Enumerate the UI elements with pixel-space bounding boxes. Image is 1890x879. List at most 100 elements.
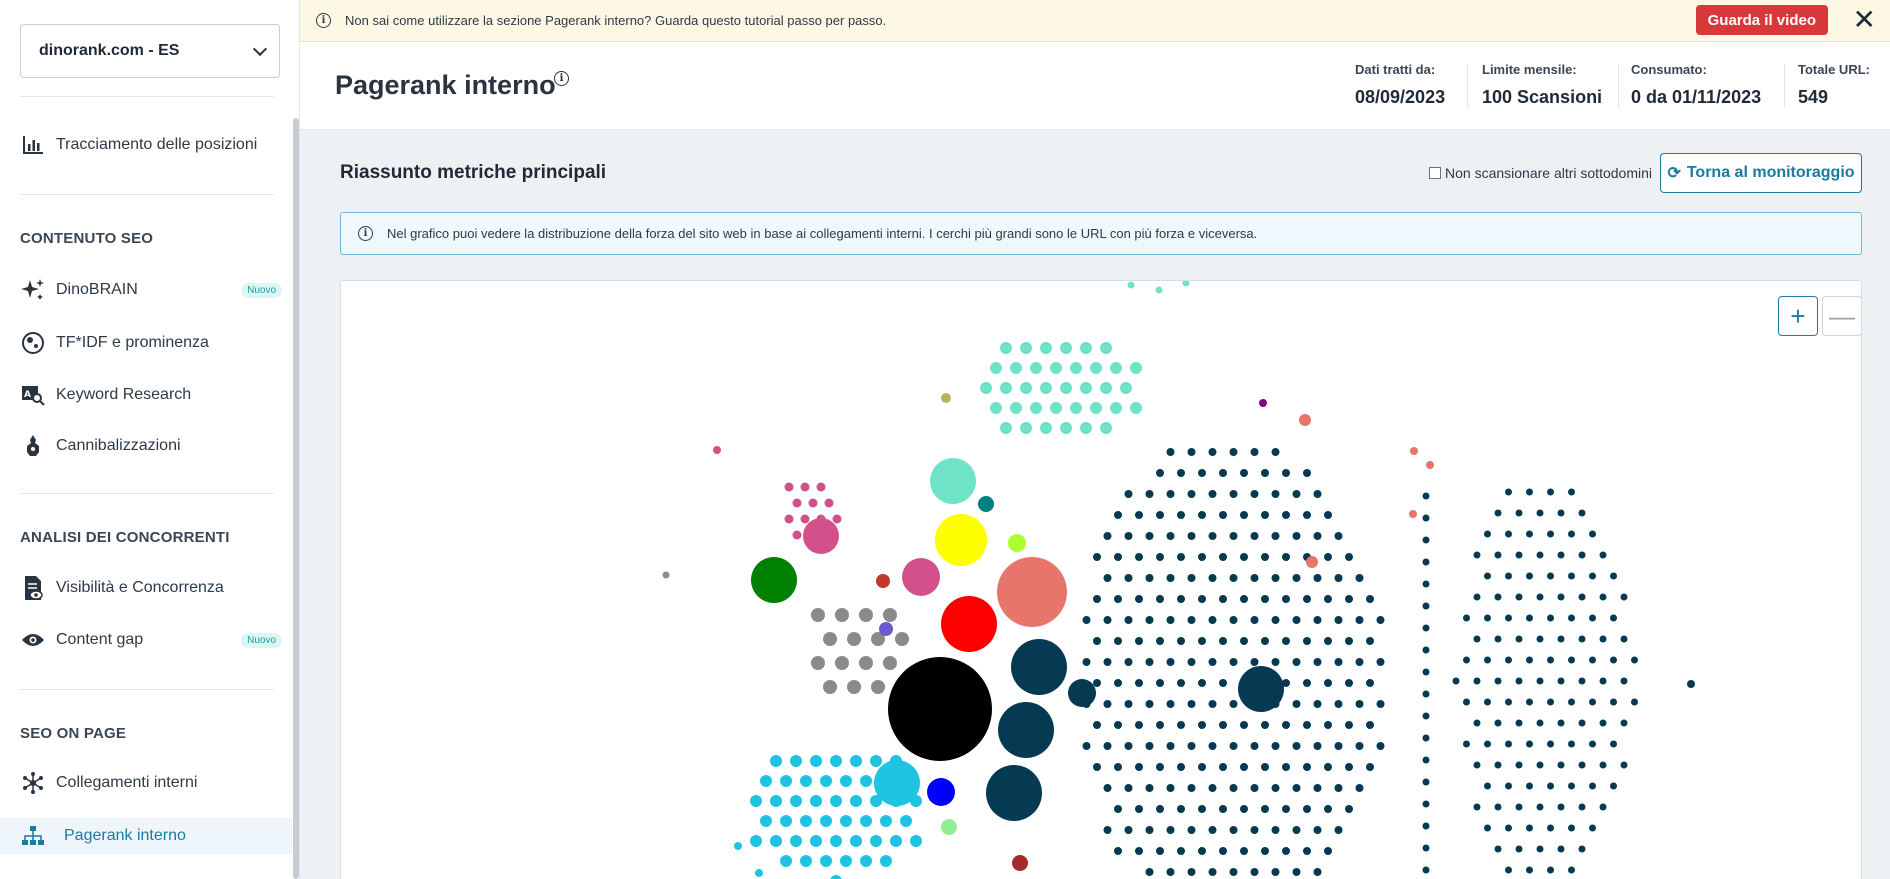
graph-node[interactable] xyxy=(1557,803,1565,811)
graph-node[interactable] xyxy=(1093,637,1101,645)
graph-node[interactable] xyxy=(1219,805,1227,813)
graph-node[interactable] xyxy=(1145,742,1154,750)
graph-node[interactable] xyxy=(1526,656,1533,664)
graph-node[interactable] xyxy=(1355,700,1364,708)
graph-node[interactable] xyxy=(1599,635,1607,643)
graph-node[interactable] xyxy=(1589,614,1596,622)
watch-video-button[interactable]: Guarda il video xyxy=(1695,5,1828,35)
graph-node[interactable] xyxy=(1040,342,1052,354)
graph-node[interactable] xyxy=(1208,574,1217,582)
graph-node[interactable] xyxy=(1124,700,1133,708)
graph-node[interactable] xyxy=(1156,637,1164,645)
graph-node[interactable] xyxy=(1093,679,1101,687)
graph-node[interactable] xyxy=(1547,488,1554,496)
graph-node[interactable] xyxy=(835,656,849,670)
graph-node[interactable] xyxy=(1050,362,1062,374)
graph-node[interactable] xyxy=(883,656,897,670)
graph-node[interactable] xyxy=(1020,422,1032,434)
graph-node[interactable] xyxy=(1187,532,1196,540)
graph-node[interactable] xyxy=(1334,574,1343,582)
graph-node[interactable] xyxy=(1010,402,1022,414)
graph-node[interactable] xyxy=(1187,448,1196,456)
graph-node[interactable] xyxy=(850,835,862,847)
graph-node[interactable] xyxy=(823,632,837,646)
graph-node[interactable] xyxy=(1589,656,1596,664)
graph-node[interactable] xyxy=(1599,803,1607,811)
graph-node[interactable] xyxy=(1631,698,1638,706)
graph-node[interactable] xyxy=(1366,637,1374,645)
graph-node[interactable] xyxy=(1515,761,1523,769)
graph-node[interactable] xyxy=(1155,286,1163,294)
zoom-out-button[interactable]: — xyxy=(1822,296,1861,336)
graph-node[interactable] xyxy=(1093,553,1101,561)
graph-node[interactable] xyxy=(1250,868,1259,876)
graph-node[interactable] xyxy=(880,815,892,827)
graph-node[interactable] xyxy=(1345,553,1353,561)
graph-node[interactable] xyxy=(830,875,842,879)
graph-node[interactable] xyxy=(1156,721,1164,729)
graph-node[interactable] xyxy=(1187,742,1196,750)
graph-node[interactable] xyxy=(1547,824,1554,832)
graph-node-large[interactable] xyxy=(1238,666,1284,712)
graph-node[interactable] xyxy=(1271,742,1280,750)
graph-node[interactable] xyxy=(1187,490,1196,498)
graph-node[interactable] xyxy=(1127,281,1135,289)
graph-node[interactable] xyxy=(1355,742,1364,750)
graph-node[interactable] xyxy=(1124,490,1133,498)
graph-node[interactable] xyxy=(1620,635,1628,643)
graph-node[interactable] xyxy=(1410,447,1418,455)
graph-node[interactable] xyxy=(770,755,782,767)
graph-node[interactable] xyxy=(1568,614,1575,622)
graph-node[interactable] xyxy=(1599,593,1607,601)
graph-node[interactable] xyxy=(790,755,802,767)
graph-node[interactable] xyxy=(1177,637,1185,645)
graph-node[interactable] xyxy=(780,855,792,867)
graph-node[interactable] xyxy=(870,835,882,847)
graph-node[interactable] xyxy=(1578,635,1586,643)
graph-node[interactable] xyxy=(1505,740,1512,748)
graph-node-large[interactable] xyxy=(935,514,987,566)
graph-node[interactable] xyxy=(1145,868,1154,876)
graph-node[interactable] xyxy=(1505,824,1512,832)
graph-node[interactable] xyxy=(1376,616,1385,624)
graph-node[interactable] xyxy=(780,815,792,827)
graph-node[interactable] xyxy=(1187,574,1196,582)
graph-node[interactable] xyxy=(780,775,792,787)
graph-node[interactable] xyxy=(1198,511,1206,519)
graph-node[interactable] xyxy=(811,608,825,622)
graph-node[interactable] xyxy=(1303,847,1311,855)
graph-node[interactable] xyxy=(850,755,862,767)
graph-node[interactable] xyxy=(1198,637,1206,645)
graph-node[interactable] xyxy=(1261,805,1269,813)
graph-node[interactable] xyxy=(1568,488,1575,496)
graph-node[interactable] xyxy=(784,514,794,524)
graph-node[interactable] xyxy=(1240,637,1248,645)
graph-node[interactable] xyxy=(1198,679,1206,687)
graph-node[interactable] xyxy=(1114,847,1122,855)
graph-node[interactable] xyxy=(800,855,812,867)
graph-node[interactable] xyxy=(1473,635,1481,643)
graph-node[interactable] xyxy=(1070,362,1082,374)
graph-node[interactable] xyxy=(1292,658,1301,666)
graph-node[interactable] xyxy=(1114,679,1122,687)
close-icon[interactable]: ✕ xyxy=(1853,4,1876,36)
graph-node[interactable] xyxy=(895,632,909,646)
graph-node[interactable] xyxy=(1345,595,1353,603)
graph-node[interactable] xyxy=(1208,658,1217,666)
graph-node[interactable] xyxy=(1114,637,1122,645)
graph-node[interactable] xyxy=(1145,784,1154,792)
graph-node[interactable] xyxy=(1093,763,1101,771)
graph-node[interactable] xyxy=(1631,656,1638,664)
graph-node[interactable] xyxy=(1334,784,1343,792)
graph-node[interactable] xyxy=(1334,742,1343,750)
graph-node[interactable] xyxy=(847,680,861,694)
graph-node[interactable] xyxy=(800,815,812,827)
graph-node[interactable] xyxy=(927,778,955,806)
graph-node[interactable] xyxy=(1578,509,1586,517)
graph-node[interactable] xyxy=(859,608,873,622)
graph-node[interactable] xyxy=(1547,740,1554,748)
graph-node[interactable] xyxy=(1515,677,1523,685)
graph-node[interactable] xyxy=(1010,362,1022,374)
graph-node[interactable] xyxy=(1219,679,1227,687)
graph-node[interactable] xyxy=(1135,721,1143,729)
